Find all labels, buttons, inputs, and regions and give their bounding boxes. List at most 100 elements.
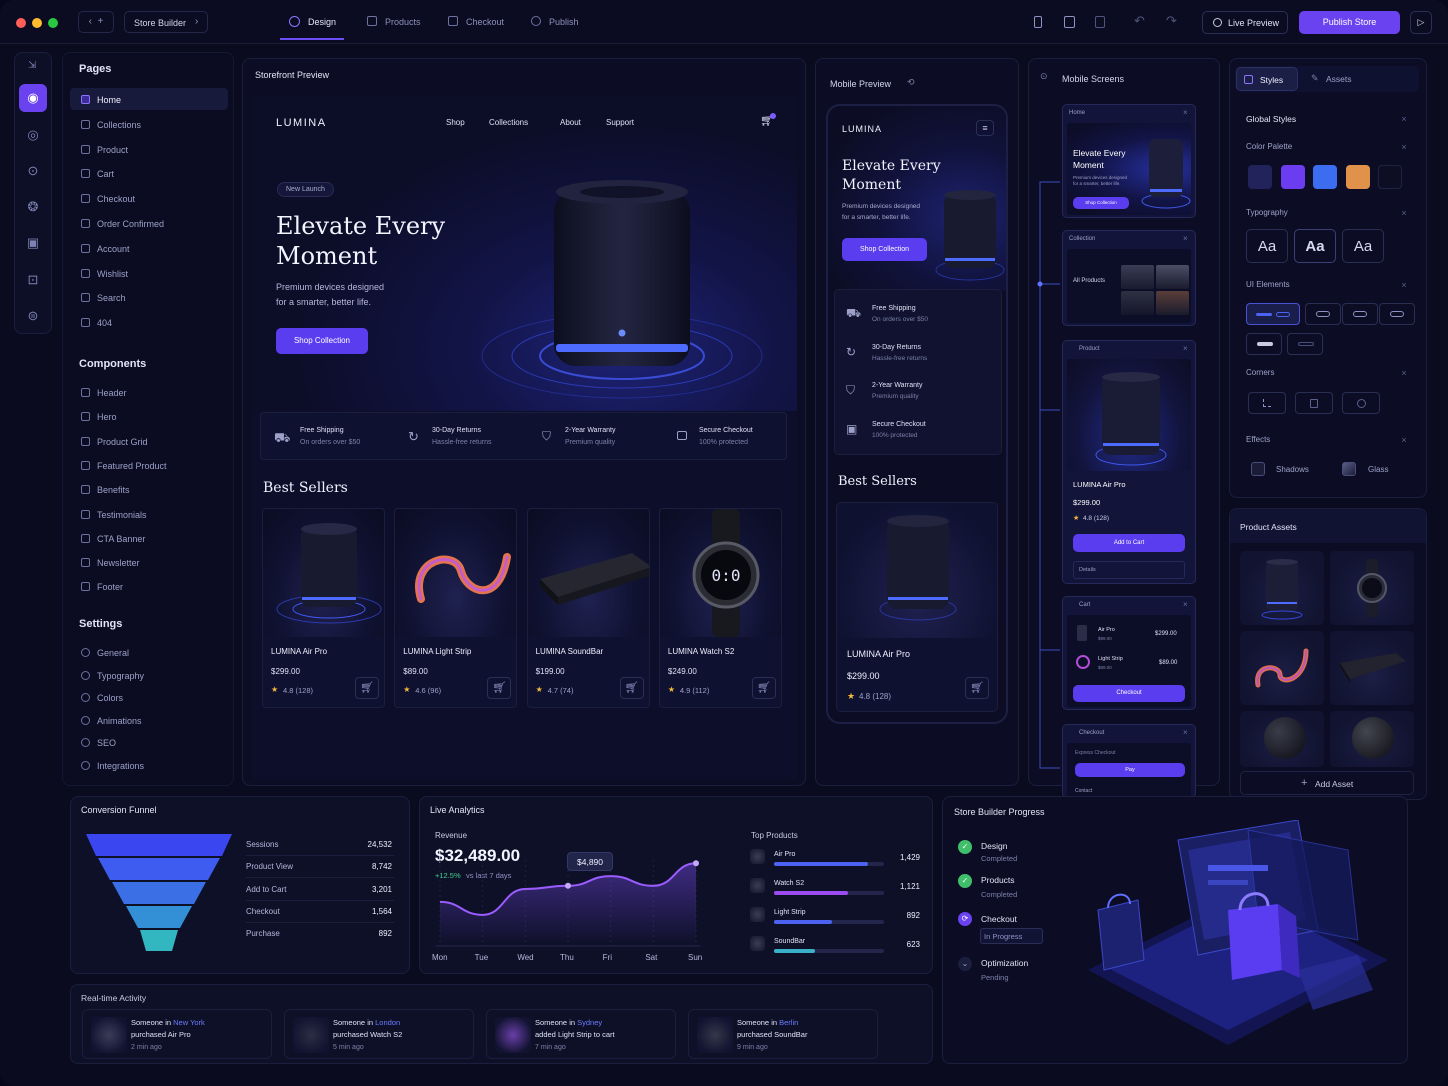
corner-style-sharp[interactable] (1248, 392, 1286, 414)
close-icon[interactable]: × (1183, 234, 1188, 243)
sidebar-item-seo[interactable]: SEO (97, 738, 116, 748)
chevron-down-icon[interactable]: ⌄ (958, 957, 972, 971)
components-rail-icon[interactable]: ❂ (19, 193, 47, 221)
screen-product-card[interactable]: Product × LUMINA Air Pro $299.00 ★ 4.8 (… (1062, 340, 1196, 584)
sidebar-item-hero[interactable]: Hero (97, 412, 117, 422)
close-icon[interactable]: × (1398, 207, 1410, 219)
color-swatch-3[interactable] (1313, 165, 1337, 189)
tablet-view-icon[interactable] (1064, 16, 1075, 28)
asset-soundbar[interactable] (1330, 631, 1414, 705)
sidebar-item-footer[interactable]: Footer (97, 582, 123, 592)
live-preview-button[interactable]: Live Preview (1202, 11, 1288, 34)
redo-icon[interactable]: ↷ (1166, 13, 1177, 29)
refresh-icon[interactable]: ⟲ (907, 77, 915, 88)
sidebar-item-wishlist[interactable]: Wishlist (97, 269, 128, 279)
tab-publish[interactable]: Publish (528, 10, 592, 40)
tab-assets[interactable]: ✎ Assets (1306, 67, 1368, 91)
activity-item[interactable]: Someone in Sydney added Light Strip to ca… (486, 1009, 676, 1059)
sidebar-item-order-confirmed[interactable]: Order Confirmed (97, 219, 164, 229)
font-option-3[interactable]: Aa (1342, 229, 1384, 263)
undo-icon[interactable]: ↶ (1134, 13, 1145, 29)
sidebar-item-typography[interactable]: Typography (97, 671, 144, 681)
nav-back-forward[interactable]: ‹ + (78, 11, 114, 33)
desktop-view-icon[interactable] (1095, 16, 1105, 28)
ui-button-style-4[interactable] (1379, 303, 1415, 325)
close-icon[interactable]: × (1398, 434, 1410, 446)
settings-rail-icon[interactable]: ⊜ (19, 302, 47, 330)
tab-design[interactable]: Design (280, 10, 344, 40)
store-logo[interactable]: LUMINA (276, 117, 327, 129)
add-to-cart-icon[interactable]: 🛒︎ (751, 677, 776, 699)
sidebar-item-product[interactable]: Product (97, 145, 128, 155)
close-window-button[interactable] (16, 18, 26, 28)
maximize-window-button[interactable] (48, 18, 58, 28)
sidebar-item-benefits[interactable]: Benefits (97, 485, 130, 495)
screen-home-cta[interactable]: Shop Collection (1073, 197, 1129, 209)
sidebar-item-header[interactable]: Header (97, 388, 127, 398)
sidebar-item-testimonials[interactable]: Testimonials (97, 510, 147, 520)
ui-toggle-style-2[interactable] (1287, 333, 1323, 355)
collapse-icon[interactable]: ⇲ (28, 60, 36, 71)
sidebar-item-account[interactable]: Account (97, 244, 130, 254)
asset-light-strip[interactable] (1240, 631, 1324, 705)
product-card[interactable]: 0:0 LUMINA Watch S2 $249.00 ★ 4.9 (112) 🛒︎ (658, 508, 782, 708)
activity-item[interactable]: Someone in London purchased Watch S2 5 min… (284, 1009, 474, 1059)
chart-point[interactable] (693, 860, 699, 867)
nav-collections[interactable]: Collections (489, 118, 528, 127)
nav-support[interactable]: Support (606, 118, 634, 127)
add-to-cart-icon[interactable]: 🛒︎ (487, 677, 512, 699)
asset-speaker[interactable] (1240, 551, 1324, 625)
screen-checkout-button[interactable]: Checkout (1073, 685, 1185, 702)
image-rail-icon[interactable]: ⊡ (19, 266, 47, 294)
close-icon[interactable]: × (1183, 728, 1188, 737)
product-card[interactable]: LUMINA SoundBar $199.00 ★ 4.7 (74) 🛒︎ (526, 508, 650, 708)
pay-button[interactable]: Pay (1075, 763, 1185, 777)
font-option-2[interactable]: Aa (1294, 229, 1336, 263)
screen-add-to-cart[interactable]: Add to Cart (1073, 534, 1185, 552)
sidebar-item-collections[interactable]: Collections (97, 120, 141, 130)
font-option-1[interactable]: Aa (1246, 229, 1288, 263)
sidebar-item-general[interactable]: General (97, 648, 129, 658)
sidebar-item-colors[interactable]: Colors (97, 693, 123, 703)
asset-watch[interactable] (1330, 551, 1414, 625)
sidebar-item-newsletter[interactable]: Newsletter (97, 558, 140, 568)
color-swatch-4[interactable] (1345, 165, 1370, 189)
chart-point[interactable] (565, 882, 571, 889)
screen-home-card[interactable]: Home × Elevate Every Moment Premium devi… (1062, 104, 1196, 218)
layers-rail-icon[interactable]: ◎ (19, 121, 47, 149)
sidebar-item-featured-product[interactable]: Featured Product (97, 461, 167, 471)
ui-button-style-2[interactable] (1305, 303, 1341, 325)
tab-styles[interactable]: Styles (1236, 67, 1298, 91)
sidebar-item-404[interactable]: 404 (97, 318, 112, 328)
ui-toggle-style-1[interactable] (1246, 333, 1282, 355)
activity-city[interactable]: Sydney (577, 1018, 602, 1027)
ui-button-style-1[interactable] (1246, 303, 1300, 325)
add-asset-button[interactable]: + Add Asset (1240, 771, 1414, 795)
screen-cart-card[interactable]: Cart × Air Pro $99.00 $299.00 Light Stri… (1062, 596, 1196, 710)
close-icon[interactable]: × (1183, 108, 1188, 117)
shop-collection-button[interactable]: Shop Collection (276, 328, 368, 354)
color-swatch-5[interactable] (1378, 165, 1402, 189)
sidebar-item-checkout[interactable]: Checkout (97, 194, 135, 204)
color-swatch-1[interactable] (1248, 165, 1272, 189)
add-to-cart-icon[interactable]: 🛒︎ (965, 677, 989, 699)
play-icon[interactable]: ▷ (1410, 11, 1432, 34)
close-icon[interactable]: × (1398, 141, 1410, 153)
close-icon[interactable]: × (1183, 600, 1188, 609)
color-swatch-2[interactable] (1280, 165, 1305, 189)
tab-checkout[interactable]: Checkout (445, 10, 509, 40)
sidebar-item-product-grid[interactable]: Product Grid (97, 437, 148, 447)
sidebar-item-integrations[interactable]: Integrations (97, 761, 144, 771)
corner-style-pill[interactable] (1342, 392, 1380, 414)
screen-checkout-card[interactable]: Checkout × Express Checkout Pay Contact (1062, 724, 1196, 798)
sidebar-item-cta-banner[interactable]: CTA Banner (97, 534, 145, 544)
tab-products[interactable]: Products (364, 10, 428, 40)
nav-shop[interactable]: Shop (446, 118, 465, 127)
close-icon[interactable]: × (1398, 113, 1410, 125)
glass-checkbox[interactable] (1342, 462, 1356, 476)
activity-city[interactable]: Berlin (779, 1018, 798, 1027)
activity-item[interactable]: Someone in New York purchased Air Pro 2 mi… (82, 1009, 272, 1059)
screen-collection-card[interactable]: Collection × All Products (1062, 230, 1196, 326)
design-rail-icon[interactable]: ◉ (19, 84, 47, 112)
mobile-logo[interactable]: LUMINA (842, 124, 882, 134)
